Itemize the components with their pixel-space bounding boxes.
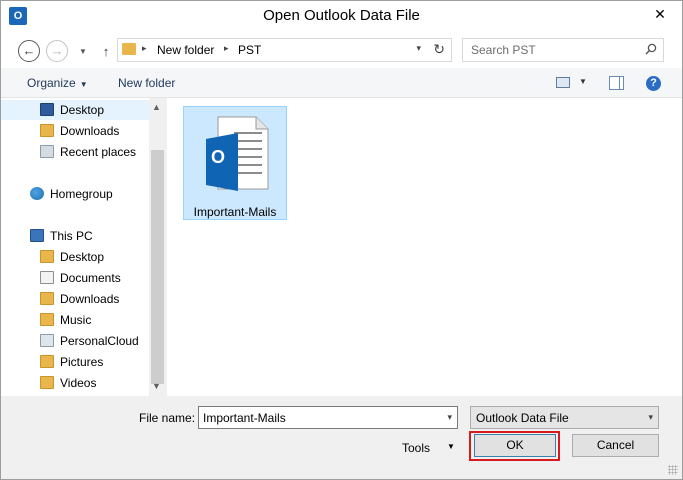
nav-item-label: PersonalCloud (60, 334, 139, 348)
nav-item-pictures[interactable]: Pictures (1, 352, 149, 372)
change-view-icon[interactable] (556, 77, 570, 88)
new-folder-button[interactable]: New folder (118, 76, 175, 90)
desktop-folder-icon (40, 250, 54, 263)
help-icon[interactable]: ? (646, 76, 661, 91)
nav-item-label: Downloads (60, 124, 120, 138)
search-icon[interactable] (645, 43, 657, 55)
documents-folder-icon (40, 271, 54, 284)
view-options-dropdown[interactable]: ▼ (579, 77, 587, 86)
file-list[interactable]: O Important-Mails (167, 98, 682, 396)
nav-item-homegroup[interactable]: Homegroup (1, 184, 149, 204)
organize-button[interactable]: Organize ▼ (27, 76, 88, 90)
breadcrumb-separator[interactable]: ▸ (224, 43, 229, 54)
desktop-icon (40, 103, 54, 116)
nav-item-label: Downloads (60, 292, 120, 306)
open-file-dialog: O Open Outlook Data File ✕ ← → ▼ ↑ ▸ New… (0, 0, 683, 480)
breadcrumb-pst[interactable]: PST (238, 43, 261, 57)
nav-item-pc-downloads[interactable]: Downloads (1, 289, 149, 309)
address-bar[interactable]: ▸ New folder ▸ PST ▾ ↻ (117, 38, 452, 62)
nav-item-desktop[interactable]: Desktop (1, 100, 149, 120)
nav-item-label: Homegroup (50, 187, 113, 201)
title-bar: O Open Outlook Data File ✕ (1, 1, 682, 32)
chevron-down-icon[interactable]: ▾ (648, 412, 653, 423)
file-name-field-label: File name: (139, 411, 196, 425)
tools-dropdown-icon[interactable]: ▼ (447, 442, 455, 451)
organize-label: Organize (27, 76, 76, 90)
back-button[interactable]: ← (18, 40, 40, 62)
nav-item-personalcloud[interactable]: PersonalCloud (1, 331, 149, 351)
ok-button[interactable]: OK (474, 434, 556, 457)
cancel-button[interactable]: Cancel (572, 434, 659, 457)
nav-item-label: Desktop (60, 103, 105, 117)
chevron-down-icon: ▼ (79, 80, 88, 89)
breadcrumb-separator[interactable]: ▸ (142, 43, 147, 54)
recent-places-icon (40, 145, 54, 158)
nav-item-label: Documents (60, 271, 121, 285)
breadcrumb-new-folder[interactable]: New folder (157, 43, 214, 57)
file-name-field[interactable]: Important-Mails ▾ (198, 406, 458, 429)
network-drive-icon (40, 334, 54, 347)
computer-icon (30, 229, 44, 242)
outlook-badge-letter: O (211, 147, 226, 167)
resize-grip[interactable] (668, 465, 678, 475)
pictures-folder-icon (40, 355, 54, 368)
downloads-folder-icon (40, 292, 54, 305)
scroll-down-icon[interactable]: ▼ (152, 381, 161, 391)
file-type-select[interactable]: Outlook Data File ▾ (470, 406, 659, 429)
music-folder-icon (40, 313, 54, 326)
nav-item-downloads[interactable]: Downloads (1, 121, 149, 141)
nav-item-music[interactable]: Music (1, 310, 149, 330)
nav-scrollbar-thumb[interactable] (151, 150, 164, 384)
folder-icon (122, 43, 136, 55)
nav-item-documents[interactable]: Documents (1, 268, 149, 288)
navigation-pane[interactable]: Desktop Downloads Recent places Homegrou… (1, 98, 166, 396)
nav-item-label: Music (60, 313, 92, 327)
file-name-value[interactable]: Important-Mails (203, 411, 286, 425)
search-input[interactable]: Search PST (462, 38, 664, 62)
dialog-title: Open Outlook Data File (263, 7, 420, 24)
up-button[interactable]: ↑ (95, 42, 117, 64)
downloads-folder-icon (40, 124, 54, 137)
videos-folder-icon (40, 376, 54, 389)
nav-item-label: Pictures (60, 355, 104, 369)
nav-item-label: This PC (50, 229, 93, 243)
homegroup-icon (30, 187, 44, 200)
nav-item-label: Videos (60, 376, 97, 390)
close-button[interactable]: ✕ (644, 3, 676, 25)
chevron-down-icon[interactable]: ▾ (447, 412, 452, 423)
dialog-footer: File name: Important-Mails ▾ Outlook Dat… (1, 396, 682, 479)
nav-item-label: Desktop (60, 250, 105, 264)
recent-locations-button[interactable]: ▼ (72, 42, 94, 64)
nav-item-label: Recent places (60, 145, 137, 159)
nav-item-pc-desktop[interactable]: Desktop (1, 247, 149, 267)
file-item-important-mails[interactable]: O Important-Mails (183, 106, 287, 220)
nav-item-videos[interactable]: Videos (1, 373, 149, 393)
search-placeholder: Search PST (471, 43, 536, 57)
tools-button[interactable]: Tools (402, 441, 430, 455)
address-row: ← → ▼ ↑ ▸ New folder ▸ PST ▾ ↻ Search PS… (1, 32, 682, 68)
command-bar: Organize ▼ New folder ▼ ? (1, 68, 682, 98)
file-type-value: Outlook Data File (476, 411, 569, 425)
refresh-icon[interactable]: ↻ (433, 41, 445, 58)
file-name-label: Important-Mails (193, 205, 277, 219)
forward-button[interactable]: → (46, 40, 68, 62)
preview-pane-icon[interactable] (609, 76, 624, 90)
scroll-up-icon[interactable]: ▲ (152, 102, 161, 112)
address-dropdown-icon[interactable]: ▾ (416, 43, 421, 54)
nav-item-this-pc[interactable]: This PC (1, 226, 149, 246)
nav-item-recent-places[interactable]: Recent places (1, 142, 149, 162)
